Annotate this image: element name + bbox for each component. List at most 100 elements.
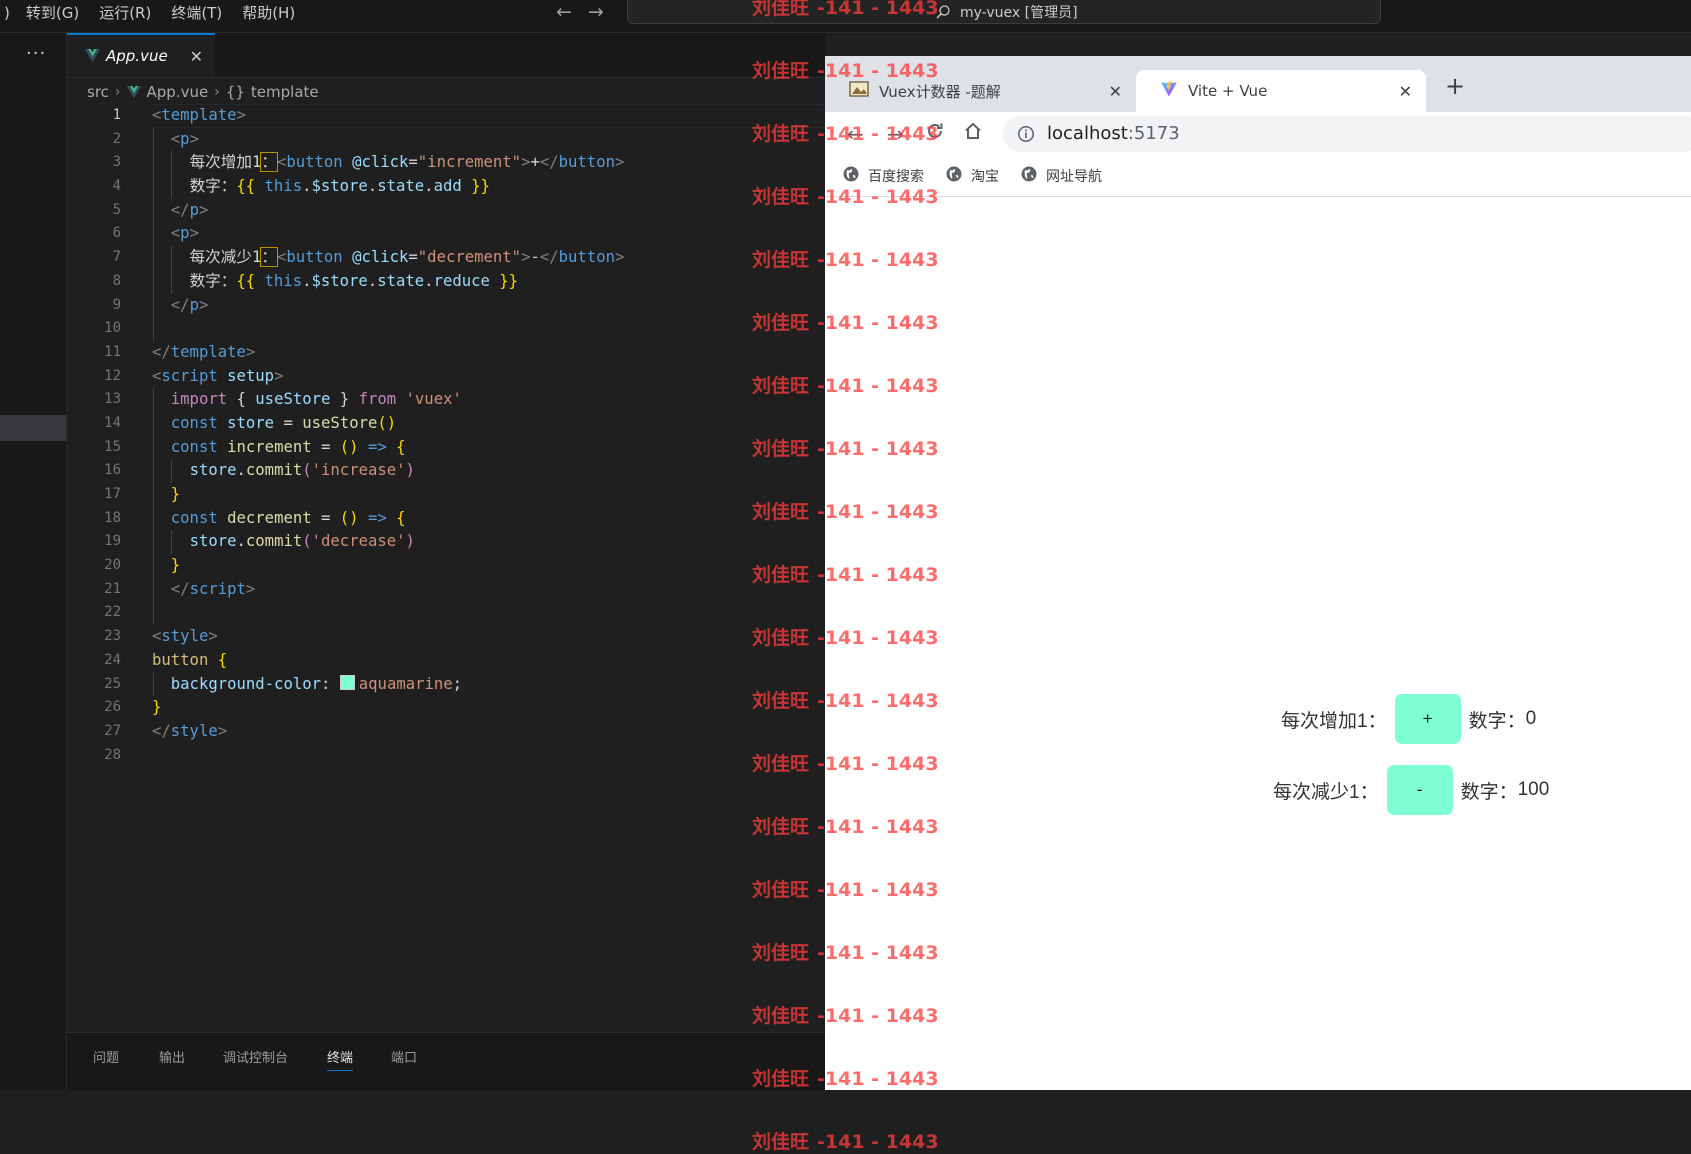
code-line: <p>	[152, 222, 822, 247]
code-line: 每次增加1：<button @click="increment">+</butt…	[152, 151, 822, 176]
line-number: 9	[112, 296, 121, 313]
tab-app-vue[interactable]: App.vue ✕	[67, 33, 215, 77]
code-line: </p>	[152, 198, 822, 223]
panel-tab-output[interactable]: 输出	[159, 1047, 185, 1066]
code-line	[152, 317, 822, 341]
code-token: commit	[245, 532, 303, 551]
line-number: 2	[112, 130, 121, 147]
browser-tab-vite[interactable]: Vite + Vue ✕	[1136, 70, 1426, 112]
close-icon[interactable]: ✕	[1399, 82, 1412, 101]
code-editor[interactable]: 1 2 3 4 5 6 7 8 9 10 11 12 13 14 15 16 1…	[67, 104, 825, 1030]
menu-terminal[interactable]: 终端(T)	[161, 0, 232, 26]
code-token: )	[405, 461, 415, 480]
panel-tab-debug-console[interactable]: 调试控制台	[223, 1047, 288, 1066]
code-token: }	[152, 698, 162, 717]
info-icon[interactable]	[1017, 125, 1035, 147]
code-token: ()	[339, 508, 359, 527]
code-token: </	[539, 153, 559, 172]
menu-help[interactable]: 帮助(H)	[232, 0, 305, 26]
code-token: {	[396, 437, 406, 456]
code-line: </p>	[152, 293, 822, 318]
code-token: store	[227, 413, 275, 432]
color-swatch[interactable]	[339, 674, 355, 690]
increment-label: 每次增加1：	[1281, 710, 1387, 732]
command-center-text: my-vuex [管理员]	[960, 5, 1078, 21]
code-line: }	[152, 554, 822, 578]
bookmark-nav[interactable]: 网址导航	[1021, 166, 1102, 186]
breadcrumb-file[interactable]: App.vue	[147, 83, 209, 101]
back-arrow-icon[interactable]: ←	[556, 0, 572, 26]
code-token: reduce	[433, 271, 490, 290]
code-token: const	[170, 413, 218, 432]
browser-window: Vuex计数器 -题解 ✕ Vite + Vue ✕ + ← → localho…	[825, 56, 1691, 1090]
code-token: </	[170, 200, 190, 219]
indent-guide	[153, 388, 154, 412]
indent-guide	[153, 222, 154, 247]
line-number: 12	[104, 367, 121, 384]
breadcrumb-folder[interactable]: src	[87, 83, 109, 101]
menu-partial[interactable]: )	[0, 0, 16, 26]
line-number: 3	[112, 154, 121, 171]
code-lines: <template> <p> 每次增加1：<button @click="inc…	[152, 104, 822, 767]
home-icon[interactable]	[963, 121, 983, 146]
close-icon[interactable]: ✕	[190, 47, 203, 66]
code-line: button {	[152, 649, 822, 673]
browser-tab-vuex[interactable]: Vuex计数器 -题解 ✕	[825, 70, 1136, 112]
code-token: .	[367, 271, 378, 290]
watermark-numbers: -141 - 1443	[817, 1131, 939, 1153]
code-token: "decrement"	[417, 248, 522, 267]
panel-tab-problems[interactable]: 问题	[93, 1047, 119, 1066]
code-token: (	[302, 461, 312, 480]
code-line: store.commit('decrease')	[152, 530, 822, 555]
code-token: 'increase'	[311, 461, 406, 480]
code-line: background-color: aquamarine;	[152, 672, 822, 697]
panel-tab-terminal[interactable]: 终端	[327, 1047, 354, 1071]
code-token: :	[321, 674, 340, 693]
panel-tab-ports[interactable]: 端口	[391, 1047, 417, 1066]
code-token: >	[614, 153, 625, 172]
reload-icon[interactable]	[925, 121, 945, 146]
indent-guide	[171, 151, 172, 176]
code-token: <	[152, 366, 162, 385]
code-line: <p>	[152, 127, 822, 152]
more-icon[interactable]: ···	[26, 43, 46, 64]
indent-guide	[153, 411, 154, 436]
bookmark-baidu[interactable]: 百度搜索	[843, 166, 924, 186]
menu-run[interactable]: 运行(R)	[89, 0, 161, 26]
menu-goto[interactable]: 转到(G)	[16, 0, 89, 26]
code-token: >	[236, 106, 246, 124]
code-token: button	[286, 153, 343, 172]
code-token: commit	[245, 461, 303, 480]
globe-icon	[1021, 166, 1037, 186]
back-arrow-icon[interactable]: ←	[847, 122, 864, 146]
forward-arrow-icon[interactable]: →	[588, 0, 604, 26]
bookmark-taobao[interactable]: 淘宝	[946, 166, 999, 186]
code-token: store	[189, 532, 237, 551]
indent-guide	[153, 459, 154, 483]
code-token: }}	[489, 271, 519, 290]
indent-guide	[153, 269, 154, 294]
count-label: 数字：	[1468, 710, 1526, 732]
increment-row: 每次增加1： + 数字： 0	[1281, 694, 1536, 744]
code-token: $store	[311, 271, 368, 290]
code-token: =	[274, 413, 303, 432]
line-number: 13	[104, 391, 121, 408]
code-token: (	[302, 532, 312, 551]
code-token: =	[408, 248, 418, 267]
forward-arrow-icon[interactable]: →	[887, 122, 904, 146]
url-host: localhost	[1047, 123, 1128, 144]
code-token: .	[424, 271, 434, 290]
decrement-button[interactable]: -	[1386, 765, 1453, 815]
increment-button[interactable]: +	[1394, 694, 1461, 744]
breadcrumb-symbol[interactable]: template	[251, 83, 319, 101]
line-number: 21	[104, 580, 121, 597]
code-token: <	[152, 627, 162, 646]
bookmark-label: 网址导航	[1046, 169, 1102, 185]
new-tab-icon[interactable]: +	[1445, 72, 1465, 100]
command-center[interactable]: my-vuex [管理员]	[627, 0, 1381, 24]
watermark-name: 刘佳旺	[752, 1131, 810, 1153]
close-icon[interactable]: ✕	[1109, 82, 1122, 101]
code-token: >	[198, 200, 209, 219]
code-line: </template>	[152, 341, 822, 365]
address-bar[interactable]: localhost:5173	[1003, 116, 1691, 152]
